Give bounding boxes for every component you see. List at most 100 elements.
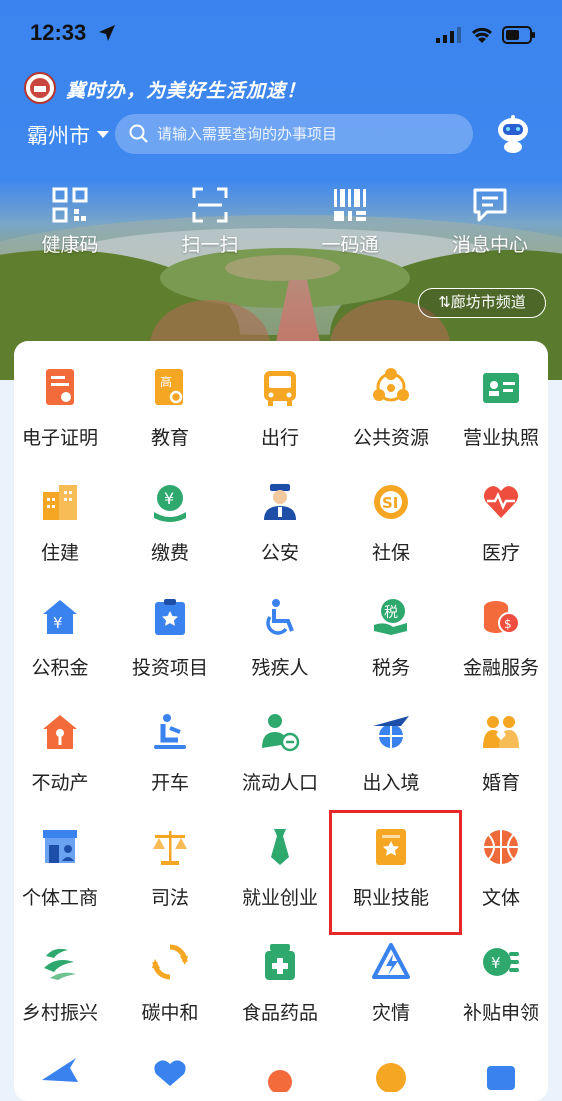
- rural-icon: [44, 948, 76, 980]
- bus-icon: [264, 371, 296, 406]
- service-label: 不动产: [31, 772, 89, 794]
- service-label: 婚育: [481, 772, 520, 794]
- service-tile-recycle[interactable]: 碳中和: [115, 920, 225, 1035]
- service-tile-payment[interactable]: ¥ 缴费: [115, 460, 225, 575]
- status-bar: 12:33: [0, 0, 562, 70]
- quick-scan[interactable]: 扫一扫: [155, 186, 265, 257]
- certificate-icon: [46, 369, 74, 405]
- service-label: 公安: [260, 542, 299, 564]
- search-placeholder: 请输入需要查询的办事项目: [157, 125, 338, 143]
- service-label: 就业创业: [241, 887, 318, 909]
- barcode-icon: [334, 189, 366, 221]
- service-tile-driver[interactable]: 开车: [115, 690, 225, 805]
- service-label: 公积金: [31, 657, 89, 679]
- service-label: 电子证明: [21, 427, 98, 449]
- service-label: 司法: [150, 887, 189, 909]
- service-tile-person-transfer[interactable]: 流动人口: [225, 690, 335, 805]
- service-label: 流动人口: [241, 772, 318, 794]
- wifi-icon: [471, 27, 493, 43]
- robot-assistant-icon[interactable]: [495, 114, 531, 154]
- service-tile-basketball[interactable]: 文体: [446, 805, 556, 920]
- service-tile-police[interactable]: 公安: [225, 460, 335, 575]
- housing-fund-icon: ¥: [43, 600, 77, 634]
- search-input[interactable]: 请输入需要查询的办事项目: [115, 114, 473, 154]
- service-tile-plane-globe[interactable]: 出入境: [336, 690, 446, 805]
- scan-icon: [192, 187, 228, 223]
- tie-icon: [271, 829, 289, 865]
- service-tile-tie[interactable]: 就业创业: [225, 805, 335, 920]
- service-tile-social-security[interactable]: SI 社保: [336, 460, 446, 575]
- plane-globe-icon: [373, 716, 409, 748]
- service-tile-family[interactable]: 婚育: [446, 690, 556, 805]
- slogan: 冀时办，为美好生活加速！: [66, 80, 307, 102]
- service-tile-tax[interactable]: 税税务: [336, 575, 446, 690]
- quick-health-code[interactable]: 健康码: [15, 186, 125, 257]
- service-label: 税务: [371, 657, 410, 679]
- service-tile-medicine[interactable]: 食品药品: [225, 920, 335, 1035]
- service-label: 文体: [481, 887, 520, 909]
- service-tile-license[interactable]: 营业执照: [446, 345, 556, 460]
- service-tile-housing-fund[interactable]: ¥ 公积金: [5, 575, 115, 690]
- license-icon: [483, 373, 519, 403]
- city-channel-button[interactable]: ⇅廊坊市频道: [418, 288, 546, 318]
- health-code-icon: [52, 187, 88, 223]
- partial-icon-3[interactable]: [260, 1052, 300, 1092]
- service-tile-network[interactable]: 公共资源: [336, 345, 446, 460]
- svg-text:¥: ¥: [164, 489, 174, 508]
- chevron-down-icon[interactable]: [97, 131, 109, 138]
- service-label: 出入境: [362, 772, 420, 794]
- quick-one-code[interactable]: 一码通: [295, 186, 405, 257]
- signal-icon: [436, 27, 461, 43]
- service-tile-heart[interactable]: 医疗: [446, 460, 556, 575]
- battery-icon: [502, 26, 535, 44]
- service-tile-disaster[interactable]: 灾情: [336, 920, 446, 1035]
- highlight-box: [329, 810, 462, 935]
- city-selector[interactable]: 霸州市: [27, 120, 90, 150]
- service-label: 营业执照: [462, 427, 539, 449]
- service-tile-subsidy[interactable]: ¥ 补贴申领: [446, 920, 556, 1035]
- subsidy-icon: ¥: [483, 948, 519, 976]
- service-tile-certificate[interactable]: 电子证明: [5, 345, 115, 460]
- service-label: 碳中和: [141, 1002, 199, 1024]
- partial-icon-4[interactable]: [371, 1052, 411, 1092]
- network-icon: [373, 368, 409, 402]
- quick-health-code-label: 健康码: [41, 234, 99, 256]
- quick-one-code-label: 一码通: [321, 234, 379, 256]
- search-icon: [129, 124, 148, 143]
- service-tile-education[interactable]: 高教育: [115, 345, 225, 460]
- disaster-icon: [372, 943, 410, 979]
- plane-icon[interactable]: [40, 1052, 80, 1092]
- care-icon[interactable]: [150, 1052, 190, 1092]
- service-label: 个体工商: [21, 887, 98, 909]
- service-tile-building[interactable]: 住建: [5, 460, 115, 575]
- service-label: 补贴申领: [462, 1002, 539, 1024]
- svg-text:税: 税: [384, 605, 398, 621]
- service-tile-coins[interactable]: $ 金融服务: [446, 575, 556, 690]
- service-label: 出行: [260, 427, 299, 449]
- service-label: 开车: [150, 772, 189, 794]
- tax-icon: 税: [374, 599, 407, 635]
- service-tile-clipboard[interactable]: 投资项目: [115, 575, 225, 690]
- service-label: 金融服务: [462, 657, 539, 679]
- heart-icon: [483, 486, 519, 518]
- service-label: 教育: [150, 427, 189, 449]
- service-tile-bus[interactable]: 出行: [225, 345, 335, 460]
- service-label: 公共资源: [352, 427, 429, 449]
- service-tile-house-key[interactable]: 不动产: [5, 690, 115, 805]
- family-icon: [483, 716, 519, 748]
- service-tile-shop[interactable]: 个体工商: [5, 805, 115, 920]
- service-tile-rural[interactable]: 乡村振兴: [5, 920, 115, 1035]
- swap-icon: ⇅: [438, 293, 451, 311]
- service-label: 住建: [40, 542, 79, 564]
- medicine-icon: [265, 944, 295, 980]
- header-banner: 12:33 冀时办，为美好生活加速！ 霸州市 请输入需要查询的办事项目 健康码 …: [0, 0, 562, 380]
- quick-message-center[interactable]: 消息中心: [435, 186, 545, 257]
- service-tile-wheelchair[interactable]: 残疾人: [225, 575, 335, 690]
- house-key-icon: [43, 715, 77, 749]
- partial-icon-5[interactable]: [481, 1052, 521, 1092]
- city-channel-label: 廊坊市频道: [450, 293, 526, 311]
- wheelchair-icon: [266, 599, 294, 635]
- quick-message-label: 消息中心: [451, 234, 528, 256]
- location-arrow-icon: [99, 25, 115, 41]
- service-tile-scales[interactable]: 司法: [115, 805, 225, 920]
